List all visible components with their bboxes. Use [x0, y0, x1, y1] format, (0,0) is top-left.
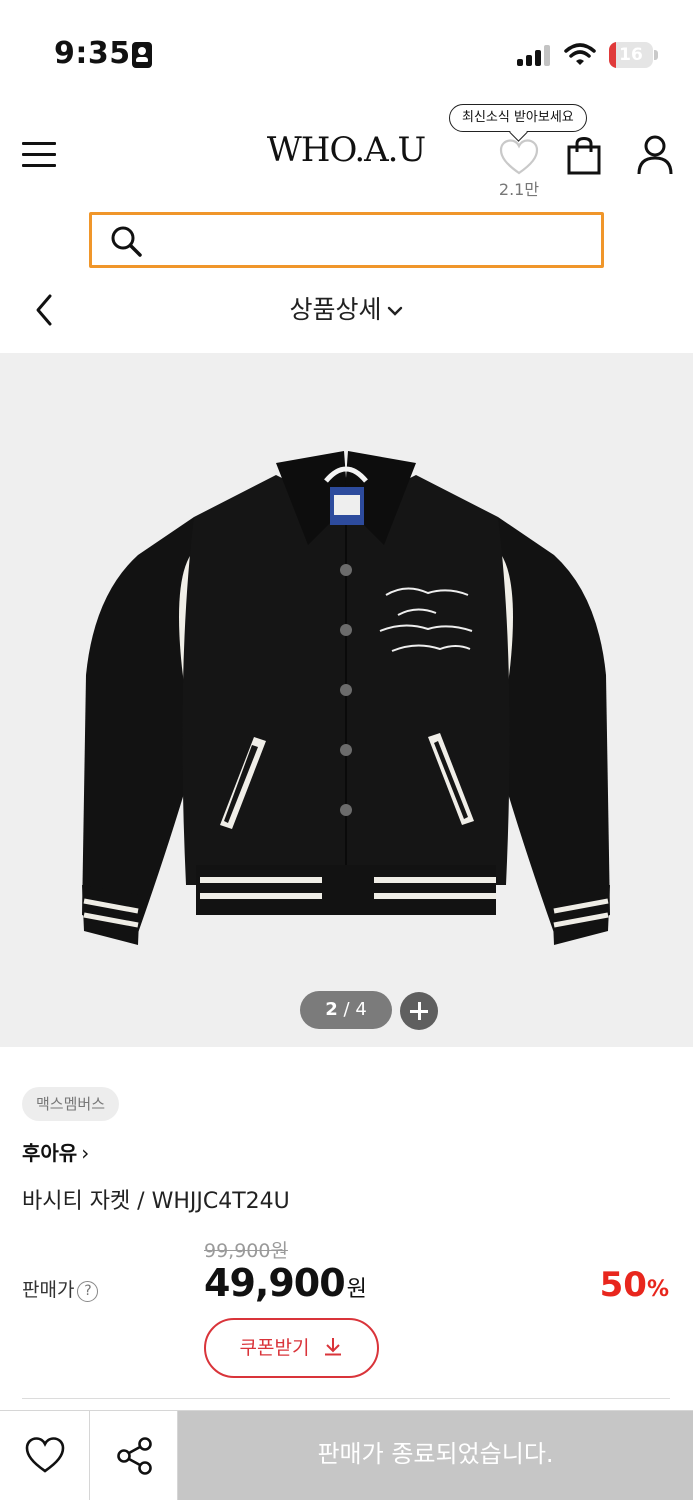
original-price: 99,900원	[204, 1240, 288, 1262]
brand-logo[interactable]: WHO.A.U	[240, 130, 452, 170]
cellular-signal-icon	[517, 44, 553, 66]
page-title-dropdown[interactable]: 상품상세	[260, 290, 433, 326]
search-icon[interactable]	[110, 225, 144, 259]
membership-badge: 맥스멤버스	[22, 1087, 120, 1121]
sold-out-button[interactable]: 판매가 종료되었습니다.	[178, 1411, 693, 1500]
bottom-wishlist-button[interactable]	[0, 1411, 90, 1500]
search-input[interactable]	[154, 223, 584, 257]
heart-icon	[25, 1437, 65, 1473]
back-arrow-icon[interactable]	[30, 292, 58, 328]
user-icon[interactable]	[636, 134, 674, 176]
sale-price: 49,900원	[204, 1261, 367, 1305]
search-bar[interactable]	[89, 212, 604, 268]
coupon-download-button[interactable]: 쿠폰받기	[204, 1318, 379, 1378]
news-tooltip: 최신소식 받아보세요	[449, 104, 587, 132]
discount-rate: 50%	[599, 1265, 669, 1305]
product-name: 바시티 자켓 / WHJJC4T24U	[22, 1189, 290, 1214]
price-label: 판매가	[22, 1279, 75, 1301]
divider	[22, 1398, 670, 1399]
battery-indicator: 16	[609, 42, 658, 68]
wishlist-count: 2.1만	[498, 180, 540, 199]
product-image-gallery[interactable]: 2 / 4	[0, 353, 693, 1047]
battery-level: 16	[619, 45, 643, 65]
jacket-product-image	[82, 451, 610, 945]
status-time: 9:35	[54, 36, 131, 71]
price-label-row: 판매가?	[22, 1275, 99, 1302]
help-question-icon[interactable]: ?	[77, 1281, 99, 1302]
share-button[interactable]	[90, 1411, 178, 1500]
zoom-plus-button[interactable]	[400, 992, 438, 1030]
id-card-icon	[132, 42, 152, 68]
status-bar: 9:35 16	[0, 0, 693, 100]
wishlist-heart-icon[interactable]	[498, 138, 540, 176]
image-pager: 2 / 4	[300, 991, 392, 1029]
download-arrow-icon	[325, 1338, 342, 1356]
chevron-down-icon	[387, 306, 402, 316]
brand-link[interactable]: 후아유 ›	[22, 1137, 89, 1166]
hamburger-menu-icon[interactable]	[22, 140, 58, 170]
shopping-bag-icon[interactable]	[566, 136, 602, 176]
share-icon	[117, 1437, 152, 1475]
wifi-icon	[564, 43, 596, 65]
page-title: 상품상세	[289, 295, 382, 324]
bottom-action-bar: 판매가 종료되었습니다.	[0, 1410, 693, 1500]
